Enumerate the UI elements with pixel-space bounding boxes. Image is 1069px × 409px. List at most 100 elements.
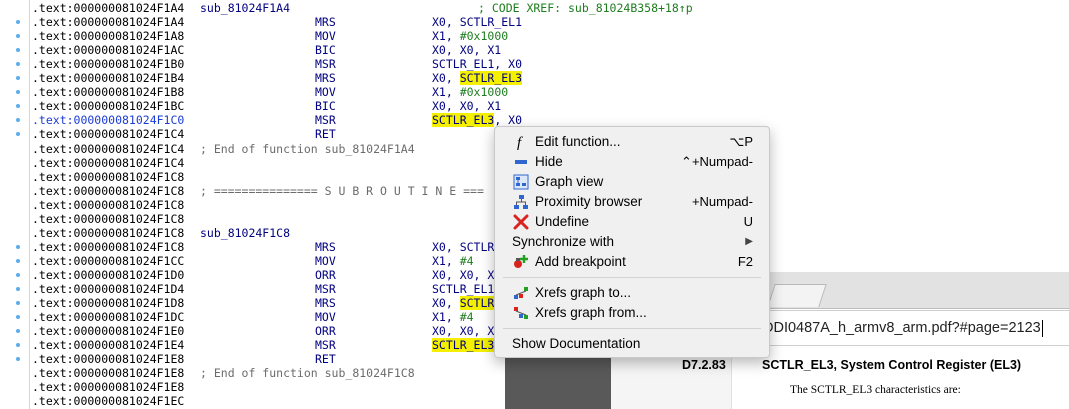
highlighted-register[interactable]: SCTLR xyxy=(459,296,495,311)
instruction-operands: X0, SCTLR xyxy=(432,239,495,254)
line-address: .text:000000081024F1E8 xyxy=(32,352,185,367)
function-label: sub_81024F1C8 xyxy=(200,225,291,240)
line-address: .text:000000081024F1EC xyxy=(32,394,185,409)
menu-item-label: Xrefs graph from... xyxy=(535,305,647,320)
function-label: sub_81024F1A4 xyxy=(200,1,291,15)
line-address: .text:000000081024F1C8 xyxy=(32,239,185,254)
hide-icon xyxy=(513,154,529,170)
instruction-operands: X0, X0, X xyxy=(432,267,495,282)
address-bar[interactable]: DDI0487A_h_armv8_arm.pdf?#page=2123 xyxy=(763,310,1069,346)
breakpoint-dot-icon[interactable] xyxy=(16,258,20,263)
instruction-mnemonic: ORR xyxy=(315,324,336,339)
listing-gutter[interactable] xyxy=(0,0,30,409)
instruction-operands: X1, #0x1000 xyxy=(432,85,508,99)
proximity-browser-icon xyxy=(513,194,529,210)
menu-item-label: Graph view xyxy=(535,174,604,189)
highlighted-register[interactable]: SCTLR_EL3 xyxy=(432,113,495,128)
svg-text:f: f xyxy=(517,135,523,150)
breakpoint-dot-icon[interactable] xyxy=(16,272,20,277)
breakpoint-dot-icon[interactable] xyxy=(16,104,20,109)
instruction-operands: X0, SCTLR_EL3 xyxy=(432,71,523,86)
line-address: .text:000000081024F1D8 xyxy=(32,296,185,311)
listing-line[interactable]: .text:000000081024F1A8 MOV X1, #0x1000 xyxy=(30,29,1069,43)
menu-item-graph-view[interactable]: Graph view xyxy=(495,172,769,192)
context-menu: f Edit function... ⌥P Hide ⌃+Numpad- Gra… xyxy=(494,126,770,358)
line-address: .text:000000081024F1CC xyxy=(32,253,185,268)
breakpoint-dot-icon[interactable] xyxy=(16,315,20,320)
text-caret xyxy=(1041,319,1043,337)
line-address: .text:000000081024F1C8 xyxy=(32,225,185,240)
line-address: .text:000000081024F1C0 xyxy=(32,113,185,128)
menu-item-xrefs-graph-from[interactable]: Xrefs graph from... xyxy=(495,303,769,323)
listing-line[interactable]: .text:000000081024F1B8 MOV X1, #0x1000 xyxy=(30,85,1069,99)
menu-item-add-breakpoint[interactable]: Add breakpoint F2 xyxy=(495,252,769,272)
highlighted-register[interactable]: SCTLR_EL3 xyxy=(459,71,523,86)
listing-line[interactable]: .text:000000081024F1B0 MSR SCTLR_EL1, X0 xyxy=(30,57,1069,71)
pdf-section-heading: D7.2.83 SCTLR_EL3, System Control Registe… xyxy=(682,358,1021,372)
breakpoint-dot-icon[interactable] xyxy=(16,34,20,39)
listing-line[interactable]: .text:000000081024F1B4 MRS X0, SCTLR_EL3 xyxy=(30,71,1069,86)
menu-item-shortcut: U xyxy=(743,214,753,229)
line-comment: ; End of function sub_81024F1C8 xyxy=(200,366,415,381)
instruction-operands: X0, X0, X1 xyxy=(432,43,502,58)
line-address: .text:000000081024F1E8 xyxy=(32,366,185,381)
line-comment: ; End of function sub_81024F1A4 xyxy=(200,141,415,156)
menu-item-xrefs-graph-to[interactable]: Xrefs graph to... xyxy=(495,283,769,303)
listing-line[interactable]: .text:000000081024F1AC BIC X0, X0, X1 xyxy=(30,43,1069,57)
menu-item-hide[interactable]: Hide ⌃+Numpad- xyxy=(495,152,769,172)
breakpoint-dot-icon[interactable] xyxy=(16,48,20,53)
instruction-mnemonic: MOV xyxy=(315,310,336,325)
instruction-mnemonic: ORR xyxy=(315,267,336,282)
instruction-mnemonic: MRS xyxy=(315,296,336,311)
breakpoint-dot-icon[interactable] xyxy=(16,132,20,137)
instruction-mnemonic: BIC xyxy=(315,43,336,58)
menu-item-label: Edit function... xyxy=(535,134,621,149)
line-address: .text:000000081024F1BC xyxy=(32,99,185,114)
instruction-operands: X0, X0, X xyxy=(432,324,495,339)
listing-line[interactable]: .text:000000081024F1A4 sub_81024F1A4 ; COD… xyxy=(30,1,1069,15)
menu-item-show-documentation[interactable]: Show Documentation xyxy=(495,334,769,354)
line-address: .text:000000081024F1B4 xyxy=(32,71,185,86)
breakpoint-dot-icon[interactable] xyxy=(16,343,20,348)
breakpoint-dot-icon[interactable] xyxy=(16,287,20,291)
menu-separator xyxy=(503,328,761,329)
menu-item-label: Proximity browser xyxy=(535,194,643,209)
operand-prefix: X0, xyxy=(432,296,460,311)
graph-view-icon xyxy=(513,174,529,190)
instruction-mnemonic: MRS xyxy=(315,15,336,30)
breakpoint-dot-icon[interactable] xyxy=(16,76,20,81)
line-address: .text:000000081024F1C8 xyxy=(32,197,185,212)
breakpoint-dot-icon[interactable] xyxy=(16,357,20,362)
line-address: .text:000000081024F1DC xyxy=(32,310,185,325)
line-address: .text:000000081024F1C4 xyxy=(32,127,185,142)
undefine-icon xyxy=(513,214,529,230)
instruction-mnemonic: MOV xyxy=(315,29,336,44)
address-bar-text: DDI0487A_h_armv8_arm.pdf?#page=2123 xyxy=(763,320,1041,336)
menu-item-edit-function[interactable]: f Edit function... ⌥P xyxy=(495,132,769,152)
breakpoint-dot-icon[interactable] xyxy=(16,62,20,67)
menu-item-proximity-browser[interactable]: Proximity browser +Numpad- xyxy=(495,192,769,212)
listing-line[interactable]: .text:000000081024F1A4 MRS X0, SCTLR_EL1 xyxy=(30,15,1069,29)
pdf-body-text: The SCTLR_EL3 characteristics are: xyxy=(790,384,961,396)
breakpoint-dot-icon[interactable] xyxy=(16,20,20,25)
instruction-operands: X1, #4 xyxy=(432,310,474,324)
breakpoint-dot-icon[interactable] xyxy=(16,329,20,334)
operand-immediate: #0x1000 xyxy=(459,85,509,100)
instruction-mnemonic: MSR xyxy=(315,57,336,72)
breakpoint-dot-icon[interactable] xyxy=(16,301,20,306)
menu-item-label: Hide xyxy=(535,154,563,169)
instruction-mnemonic: MRS xyxy=(315,239,336,254)
line-address: .text:000000081024F1C8 xyxy=(32,183,185,198)
menu-item-undefine[interactable]: Undefine U xyxy=(495,212,769,232)
instruction-mnemonic: MSR xyxy=(315,282,336,296)
operand-register: X1, xyxy=(432,310,460,325)
breakpoint-dot-icon[interactable] xyxy=(16,90,20,95)
instruction-operands: X1, #0x1000 xyxy=(432,29,508,43)
listing-line[interactable]: .text:000000081024F1BC BIC X0, X0, X1 xyxy=(30,99,1069,113)
instruction-operands: SCTLR_EL3 xyxy=(432,338,495,353)
new-tab-button[interactable] xyxy=(767,284,827,307)
breakpoint-dot-icon[interactable] xyxy=(16,244,20,249)
highlighted-register[interactable]: SCTLR_EL3 xyxy=(432,338,495,353)
breakpoint-dot-icon[interactable] xyxy=(16,118,20,123)
menu-item-synchronize-with[interactable]: Synchronize with ▶ xyxy=(495,232,769,252)
